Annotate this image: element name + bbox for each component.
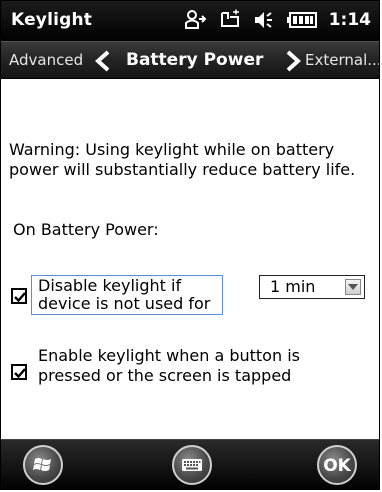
disable-keylight-checkbox[interactable] xyxy=(11,288,27,304)
content-area: Warning: Using keylight while on battery… xyxy=(1,79,379,439)
speaker-icon[interactable] xyxy=(253,9,275,31)
keyboard-icon xyxy=(182,459,202,471)
tab-nav-bar: Advanced Battery Power External... xyxy=(1,41,379,79)
screen: Keylight 1:14 Advanced Battery Power Ext… xyxy=(0,0,380,490)
softkey-bar: OK xyxy=(1,439,379,489)
enable-keylight-checkbox[interactable] xyxy=(11,364,27,380)
sync-icon[interactable] xyxy=(183,9,207,31)
keyboard-button[interactable] xyxy=(172,445,212,485)
connection-icon[interactable] xyxy=(219,9,241,31)
start-button[interactable] xyxy=(23,445,63,485)
status-icons: 1:14 xyxy=(183,9,371,31)
checkmark-icon xyxy=(14,292,26,303)
tab-external[interactable]: External... xyxy=(305,51,379,69)
title-bar: Keylight 1:14 xyxy=(1,1,379,41)
chevron-right-icon[interactable] xyxy=(283,50,303,76)
timeout-dropdown[interactable]: 1 min xyxy=(259,275,365,299)
battery-icon[interactable] xyxy=(286,11,317,29)
enable-keylight-label[interactable]: Enable keylight when a button is pressed… xyxy=(38,346,358,386)
checkmark-icon xyxy=(14,368,26,379)
windows-logo-icon xyxy=(33,458,51,471)
on-battery-label: On Battery Power: xyxy=(13,220,159,239)
disable-keylight-label[interactable]: Disable keylight if device is not used f… xyxy=(31,275,223,315)
tab-advanced[interactable]: Advanced xyxy=(9,51,83,69)
clock[interactable]: 1:14 xyxy=(329,10,371,30)
timeout-value: 1 min xyxy=(270,277,316,296)
tab-battery-power: Battery Power xyxy=(126,50,264,70)
chevron-left-icon[interactable] xyxy=(93,50,113,76)
ok-label: OK xyxy=(323,456,351,476)
ok-button[interactable]: OK xyxy=(317,445,357,485)
app-title: Keylight xyxy=(11,10,93,30)
dropdown-arrow-icon[interactable] xyxy=(345,279,361,295)
warning-text: Warning: Using keylight while on battery… xyxy=(9,140,356,179)
